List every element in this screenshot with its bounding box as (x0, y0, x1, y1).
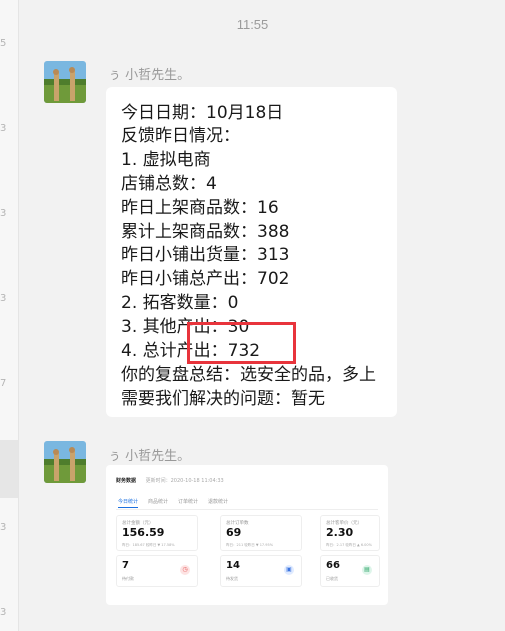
message-line: 今日日期：10月18日 (121, 103, 284, 123)
package-icon: ▤ (362, 565, 372, 575)
selected-conversation[interactable] (0, 440, 18, 498)
list-mark: 3 (0, 208, 7, 219)
stat-value: 7 (122, 560, 129, 571)
image-message-dashboard[interactable]: 财务数据 更新时间：2020-10-18 11:04:33 今日统计 商品统计 … (106, 465, 388, 605)
stat-label: 待发货 (226, 576, 238, 581)
sender-name: ぅ 小哲先生。 (108, 68, 191, 83)
list-mark: 5 (0, 38, 7, 49)
tab-refunds: 退款统计 (208, 499, 229, 505)
stat-received: 66 已收货 ▤ (320, 555, 380, 587)
stat-pending-payment: 7 待付款 ◷ (116, 555, 198, 587)
sender-avatar[interactable] (44, 61, 86, 103)
highlight-annotation-box (187, 322, 296, 364)
stat-sub: 昨日：2.17 较昨日 ▲ 6.00% (326, 543, 372, 547)
stat-avg-order: 总计客单价（元） 2.30 昨日：2.17 较昨日 ▲ 6.00% (320, 515, 380, 551)
message-line: 昨日小铺总产出：702 (121, 269, 290, 289)
sender-name: ぅ 小哲先生。 (108, 449, 191, 464)
list-mark: 3 (0, 607, 7, 618)
stat-sub: 昨日：211 较昨日 ▼ 17.95% (226, 543, 274, 547)
stat-total-orders: 总计订单数 69 昨日：211 较昨日 ▼ 17.95% (220, 515, 302, 551)
message-line: 2. 拓客数量：0 (121, 293, 239, 313)
message-line: 需要我们解决的问题：暂无 (121, 389, 325, 409)
list-mark: 3 (0, 522, 7, 533)
message-line: 反馈昨日情况： (121, 126, 240, 146)
conversation-list-strip: 5 3 3 3 7 3 3 (0, 0, 19, 631)
message-line: 店铺总数：4 (121, 174, 217, 194)
stat-value: 2.30 (326, 526, 354, 539)
tab-orders: 订单统计 (178, 499, 199, 505)
list-mark: 7 (0, 378, 7, 389)
message-line: 昨日小铺出货量：313 (121, 245, 290, 265)
stat-value: 156.59 (122, 526, 165, 539)
stat-value: 66 (326, 560, 340, 571)
tab-products: 商品统计 (148, 499, 169, 505)
truck-icon: ▣ (284, 565, 294, 575)
stat-label: 已收货 (326, 576, 338, 581)
stat-value: 14 (226, 560, 240, 571)
dashboard-title-row: 财务数据 更新时间：2020-10-18 11:04:33 (116, 477, 224, 484)
clock-icon: ◷ (180, 565, 190, 575)
message-line: 昨日上架商品数：16 (121, 198, 279, 218)
message-line: 累计上架商品数：388 (121, 222, 290, 242)
message-line: 1. 虚拟电商 (121, 150, 211, 170)
list-mark: 3 (0, 293, 7, 304)
list-mark: 3 (0, 123, 7, 134)
dashboard-title: 财务数据 (116, 478, 137, 484)
stat-label: 待付款 (122, 576, 134, 581)
text-message-bubble[interactable]: 今日日期：10月18日 反馈昨日情况： 1. 虚拟电商 店铺总数：4 昨日上架商… (106, 87, 397, 417)
stat-value: 69 (226, 526, 242, 539)
dashboard-subtitle: 更新时间：2020-10-18 11:04:33 (145, 478, 224, 484)
tab-today: 今日统计 (118, 498, 139, 508)
stat-pending-shipment: 14 待发货 ▣ (220, 555, 302, 587)
dashboard-tabs: 今日统计 商品统计 订单统计 退款统计 (116, 495, 378, 510)
message-timestamp: 11:55 (236, 17, 269, 32)
sender-avatar[interactable] (44, 441, 86, 483)
stat-sub: 昨日：185.67 较昨日 ▼ 17.58% (122, 543, 175, 547)
stat-total-amount: 总计金额（元） 156.59 昨日：185.67 较昨日 ▼ 17.58% (116, 515, 198, 551)
